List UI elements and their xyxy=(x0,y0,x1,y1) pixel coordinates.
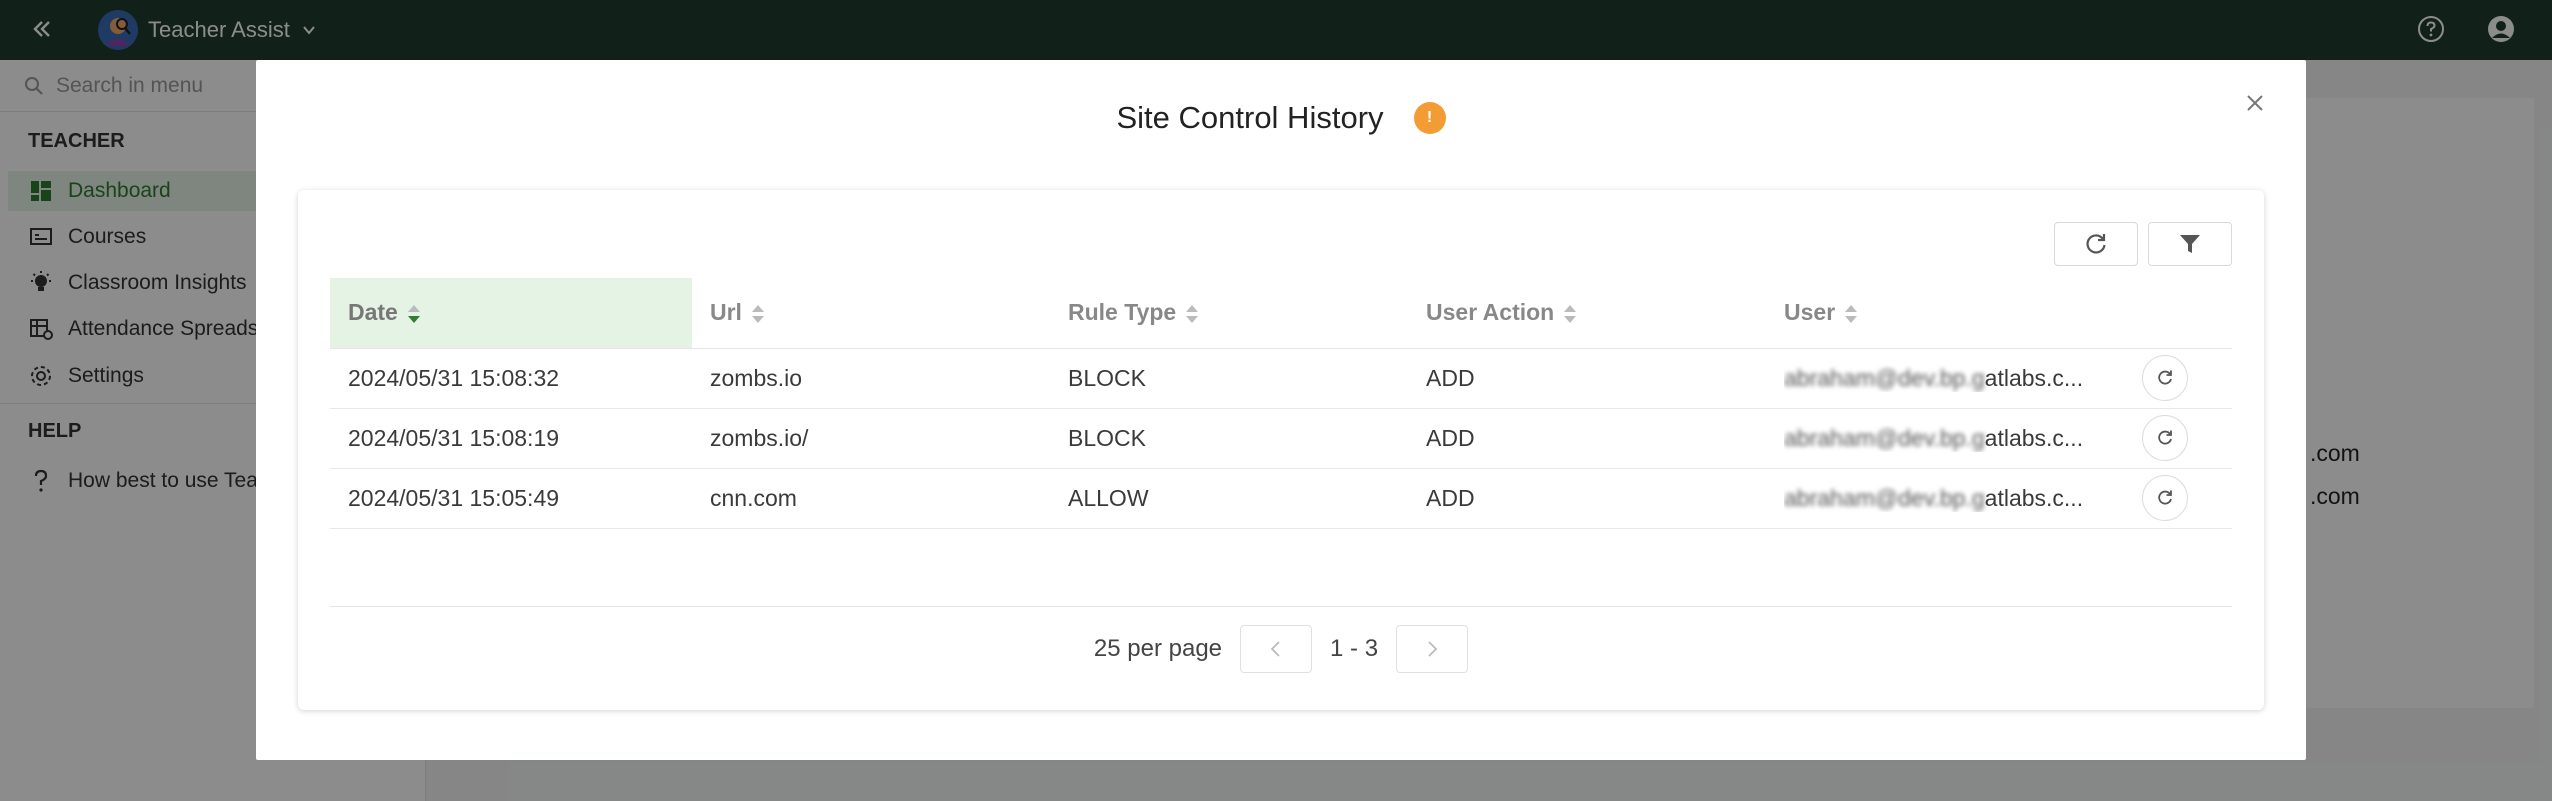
action-cell xyxy=(2142,408,2232,469)
table-row[interactable]: 2024/05/31 15:08:19 zombs.io/ BLOCK ADD … xyxy=(330,408,2232,469)
user-cell: abraham@dev.bp.gatlabs.c... xyxy=(1766,408,2142,469)
history-table: Date Url Rule Type User Action User 2024… xyxy=(330,278,2232,529)
user-action-cell: ADD xyxy=(1408,408,1766,469)
date-cell: 2024/05/31 15:05:49 xyxy=(330,468,692,529)
action-cell xyxy=(2142,348,2232,409)
table-footer-divider xyxy=(330,606,2232,607)
chevron-right-icon xyxy=(1428,641,1438,657)
sort-icon xyxy=(751,305,764,324)
user-email-visible: atlabs.c... xyxy=(1984,425,2084,452)
column-header-user-action[interactable]: User Action xyxy=(1408,278,1766,349)
user-action-cell: ADD xyxy=(1408,468,1766,529)
table-row[interactable]: 2024/05/31 15:08:32 zombs.io BLOCK ADD a… xyxy=(330,348,2232,409)
user-email-visible: atlabs.c... xyxy=(1984,365,2084,392)
sort-icon xyxy=(1186,305,1199,324)
close-icon xyxy=(2247,95,2263,111)
sort-descending-icon xyxy=(407,305,420,324)
filter-button[interactable] xyxy=(2148,222,2232,266)
url-cell: cnn.com xyxy=(692,468,1050,529)
modal-title: Site Control History xyxy=(1116,100,1384,135)
url-cell: zombs.io xyxy=(692,348,1050,409)
table-row[interactable]: 2024/05/31 15:05:49 cnn.com ALLOW ADD ab… xyxy=(330,468,2232,529)
revert-icon xyxy=(2158,430,2172,445)
user-email-visible: atlabs.c... xyxy=(1984,485,2084,512)
rule-type-cell: BLOCK xyxy=(1050,408,1408,469)
user-email-redacted: abraham@dev.bp.g xyxy=(1784,485,1985,512)
history-table-card: Date Url Rule Type User Action User 2024… xyxy=(298,190,2264,710)
date-cell: 2024/05/31 15:08:19 xyxy=(330,408,692,469)
modal-header: Site Control History ! xyxy=(256,96,2306,140)
user-cell: abraham@dev.bp.gatlabs.c... xyxy=(1766,348,2142,409)
filter-icon xyxy=(2180,235,2200,253)
revert-icon xyxy=(2158,370,2172,385)
info-badge[interactable]: ! xyxy=(1413,102,1446,134)
sort-icon xyxy=(1564,305,1577,324)
chevron-left-icon xyxy=(1270,641,1280,657)
revert-icon xyxy=(2158,490,2172,505)
column-header-url[interactable]: Url xyxy=(692,278,1050,349)
page-range: 1 - 3 xyxy=(1330,635,1379,662)
per-page-selector[interactable]: 25 per page xyxy=(1094,635,1222,663)
date-cell: 2024/05/31 15:08:32 xyxy=(330,348,692,409)
url-cell: zombs.io/ xyxy=(692,408,1050,469)
revert-button[interactable] xyxy=(2142,475,2188,521)
user-cell: abraham@dev.bp.gatlabs.c... xyxy=(1766,468,2142,529)
user-action-cell: ADD xyxy=(1408,348,1766,409)
sort-icon xyxy=(1845,305,1858,324)
next-page-button[interactable] xyxy=(1396,625,1469,673)
user-email-redacted: abraham@dev.bp.g xyxy=(1784,365,1985,392)
close-button[interactable] xyxy=(2240,88,2270,118)
column-header-rule-type[interactable]: Rule Type xyxy=(1050,278,1408,349)
rule-type-cell: BLOCK xyxy=(1050,348,1408,409)
column-header-actions xyxy=(2142,278,2232,349)
refresh-icon xyxy=(2086,234,2106,254)
refresh-button[interactable] xyxy=(2054,222,2138,266)
action-cell xyxy=(2142,468,2232,529)
revert-button[interactable] xyxy=(2142,415,2188,461)
previous-page-button[interactable] xyxy=(1240,625,1313,673)
site-control-history-modal: Site Control History ! Date Url Rule Typ… xyxy=(256,60,2306,760)
column-header-date[interactable]: Date xyxy=(330,278,692,349)
pagination: 25 per page 1 - 3 xyxy=(298,616,2264,682)
table-header-row: Date Url Rule Type User Action User xyxy=(330,278,2232,349)
revert-button[interactable] xyxy=(2142,355,2188,401)
rule-type-cell: ALLOW xyxy=(1050,468,1408,529)
column-header-user[interactable]: User xyxy=(1766,278,2142,349)
user-email-redacted: abraham@dev.bp.g xyxy=(1784,425,1985,452)
